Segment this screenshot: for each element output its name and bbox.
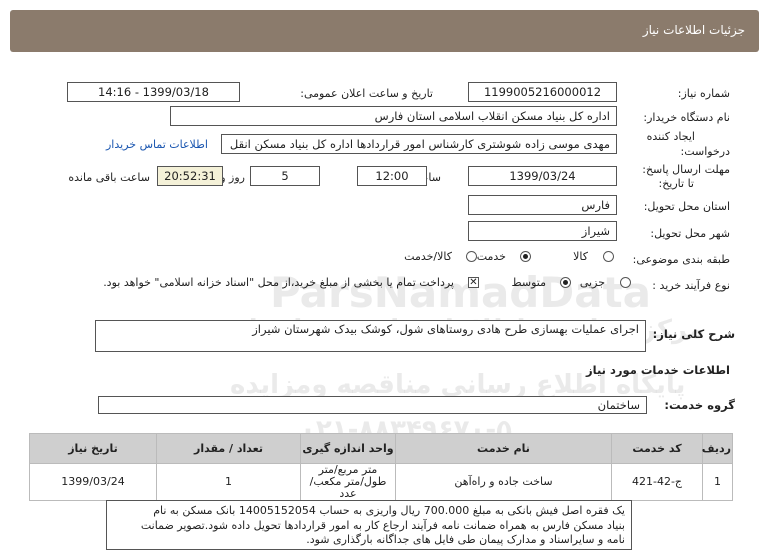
process-option-minor: جزیی (579, 276, 605, 289)
category-option-goods: کالا (573, 250, 588, 263)
buyer-field: اداره کل بنیاد مسکن انقلاب اسلامی استان … (170, 106, 617, 126)
city-label: شهر محل تحویل: (650, 227, 730, 240)
process-label: نوع فرآیند خرید : (652, 279, 730, 292)
category-option-goods-service: کالا/خدمت (404, 250, 452, 263)
notes-line3: نامه و سایراسناد و مدارک پیمان طی فایل ه… (306, 533, 625, 546)
table-row: 1 ج-42-421 ساخت جاده و راه‌آهن متر مربع/… (29, 463, 733, 501)
deadline-label-line1: مهلت ارسال پاسخ: (642, 163, 730, 176)
category-label: طبقه بندی موضوعی: (632, 253, 730, 266)
category-radio-service[interactable] (520, 251, 531, 262)
col-header-name: نام خدمت (395, 433, 612, 464)
province-field: فارس (468, 195, 617, 215)
col-header-unit: واحد اندازه گیری (300, 433, 396, 464)
deadline-time-field: 12:00 (357, 166, 427, 186)
service-group-label: گروه خدمت: (664, 398, 735, 412)
cell-name: ساخت جاده و راه‌آهن (395, 463, 612, 501)
creator-label-line1: ایجاد کننده (646, 130, 695, 143)
notes-box: یک فقره اصل فیش بانکی به مبلغ 700.000 ری… (106, 500, 632, 550)
announce-field: 1399/03/18 - 14:16 (67, 82, 240, 102)
notes-line2: بنیاد مسکن فارس به همراه ضمانت نامه فرآی… (140, 518, 625, 532)
service-group-field: ساختمان (98, 396, 647, 414)
remaining-time-label: ساعت باقی مانده (68, 171, 150, 184)
summary-field: اجرای عملیات بهسازی طرح هادی روستاهای شو… (95, 320, 646, 352)
province-label: استان محل تحویل: (643, 200, 730, 213)
cell-date: 1399/03/24 (29, 463, 157, 501)
deadline-label-line2: تا تاریخ: (658, 177, 694, 190)
table-header-row: ردیف کد خدمت نام خدمت واحد اندازه گیری ت… (29, 433, 733, 464)
category-radio-goods[interactable] (603, 251, 614, 262)
summary-label: شرح کلی نیاز: (652, 327, 735, 341)
process-radio-minor[interactable] (620, 277, 631, 288)
category-radio-goods-service[interactable] (466, 251, 477, 262)
buyer-label: نام دستگاه خریدار: (643, 111, 730, 124)
col-header-code: کد خدمت (611, 433, 703, 464)
services-section-title: اطلاعات خدمات مورد نیاز (586, 363, 730, 377)
process-option-medium: متوسط (511, 276, 546, 289)
announce-label: تاریخ و ساعت اعلان عمومی: (300, 87, 433, 100)
category-option-service: خدمت (476, 250, 506, 263)
need-number-label: شماره نیاز: (677, 87, 730, 100)
notes-line1: یک فقره اصل فیش بانکی به مبلغ 700.000 ری… (153, 504, 625, 517)
col-header-row: ردیف (702, 433, 733, 464)
cell-unit: متر مربع/متر طول/متر مکعب/عدد (300, 463, 396, 501)
cell-unit-line2: طول/متر مکعب/عدد (309, 475, 387, 500)
page-header: جزئیات اطلاعات نیاز (10, 10, 759, 52)
deadline-days-field: 5 (250, 166, 320, 186)
col-header-date: تاریخ نیاز (29, 433, 157, 464)
deadline-days-label: روز و (220, 171, 245, 184)
cell-qty: 1 (156, 463, 301, 501)
payment-note: پرداخت تمام یا بخشی از مبلغ خرید،از محل … (103, 276, 454, 289)
creator-field: مهدی موسی زاده شوشتری کارشناس امور قرارد… (221, 134, 617, 154)
need-number-field: 1199005216000012 (468, 82, 617, 102)
payment-checkbox[interactable]: ✕ (468, 277, 479, 288)
cell-row: 1 (702, 463, 733, 501)
creator-label-line2: درخواست: (680, 145, 730, 158)
remaining-time-field: 20:52:31 (157, 166, 223, 186)
city-field: شیراز (468, 221, 617, 241)
process-radio-medium[interactable] (560, 277, 571, 288)
deadline-date-field: 1399/03/24 (468, 166, 617, 186)
cell-code: ج-42-421 (611, 463, 703, 501)
page-title: جزئیات اطلاعات نیاز (642, 23, 745, 37)
services-table: ردیف کد خدمت نام خدمت واحد اندازه گیری ت… (29, 433, 733, 501)
buyer-contact-link[interactable]: اطلاعات تماس خریدار (106, 138, 208, 151)
col-header-qty: تعداد / مقدار (156, 433, 301, 464)
